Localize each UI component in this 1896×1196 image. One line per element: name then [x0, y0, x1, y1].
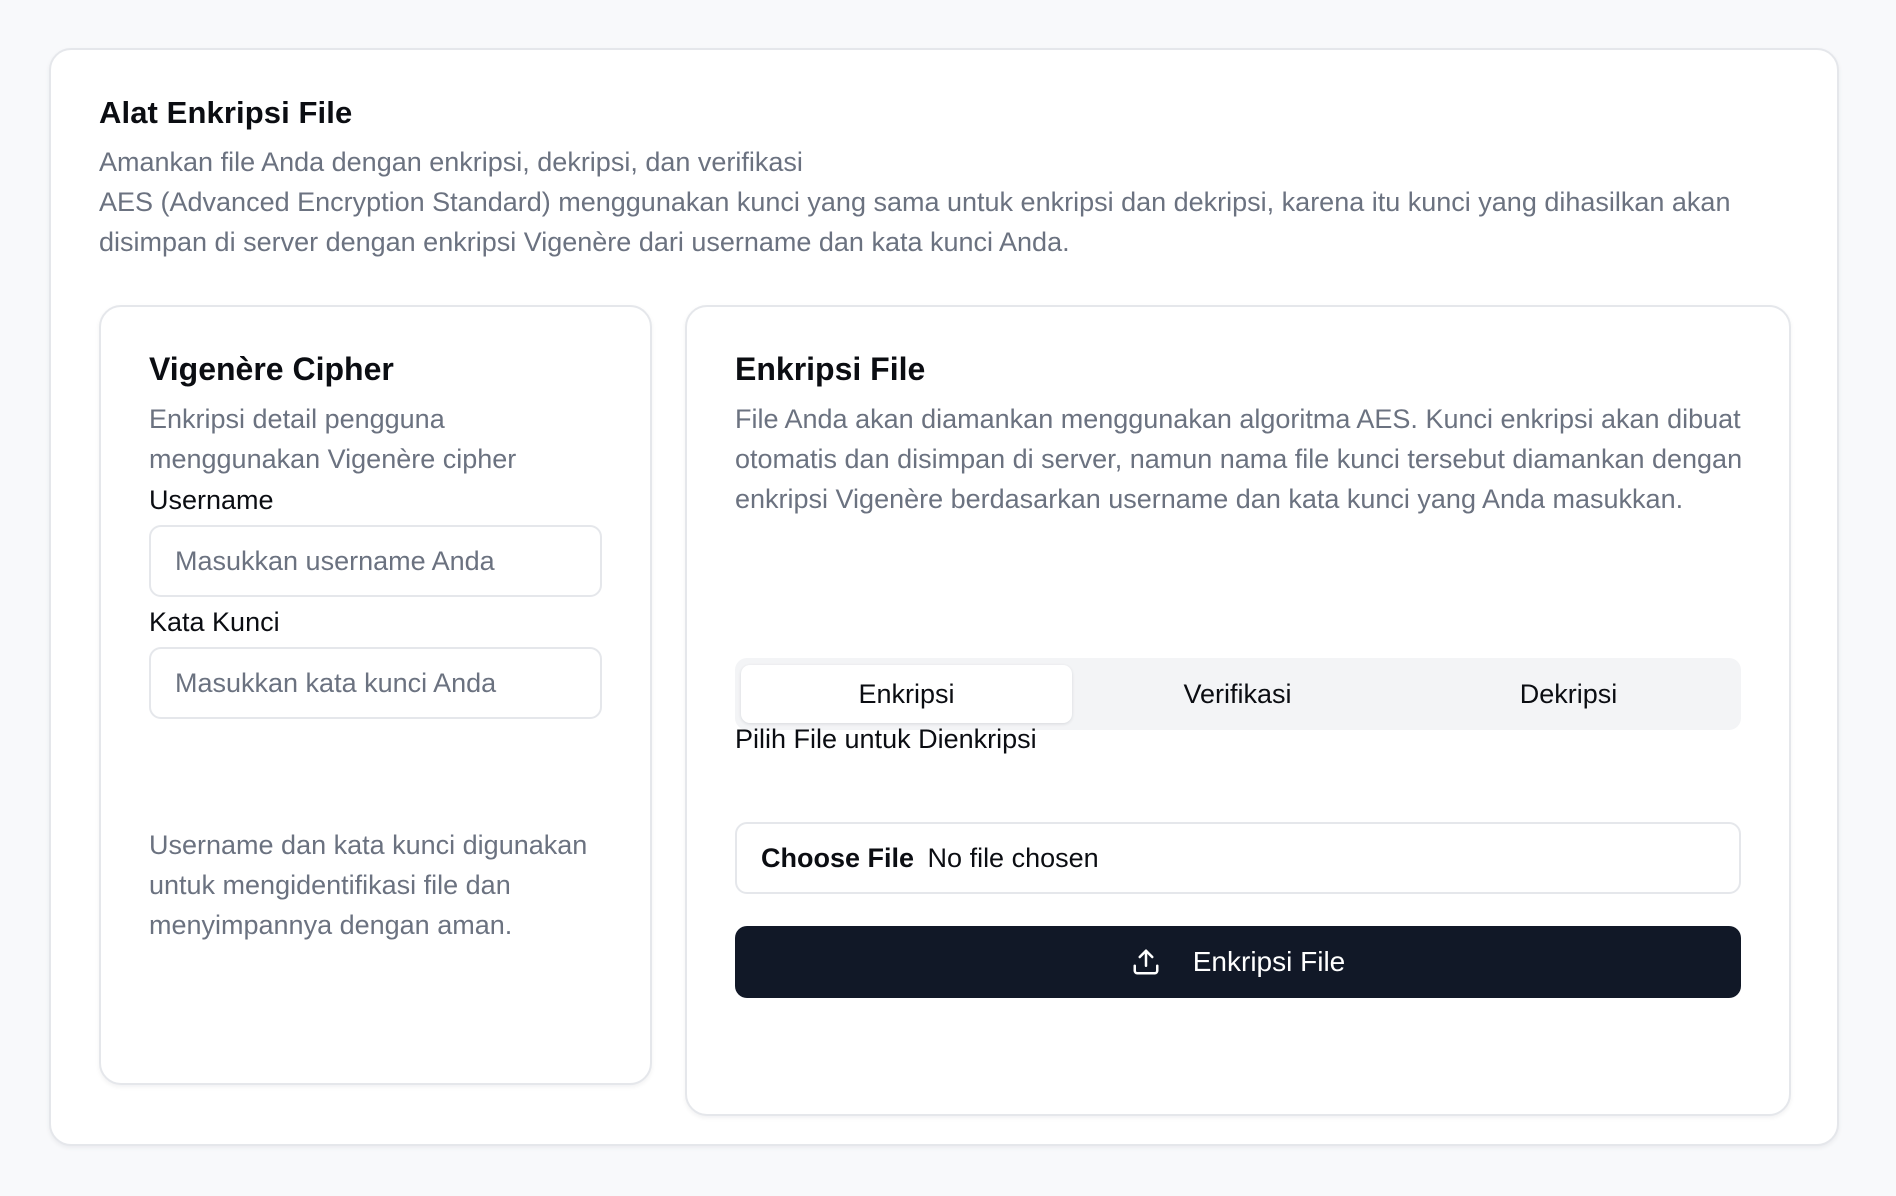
username-label: Username [149, 485, 274, 515]
encrypt-file-button-label: Enkripsi File [1192, 946, 1346, 977]
encryption-card-description: File Anda akan diamankan menggunakan alg… [735, 404, 1743, 514]
password-label: Kata Kunci [149, 607, 280, 637]
tab-verify[interactable]: Verifikasi [1072, 665, 1403, 723]
choose-file-button[interactable]: Choose File [761, 843, 914, 873]
aes-explanation: AES (Advanced Encryption Standard) mengg… [99, 187, 1731, 257]
vigenere-card-title: Vigenère Cipher [149, 351, 394, 387]
page-subtitle: Amankan file Anda dengan enkripsi, dekri… [99, 147, 803, 177]
encrypt-file-button[interactable]: Enkripsi File [735, 926, 1741, 998]
upload-icon [1131, 947, 1161, 977]
tab-decrypt[interactable]: Dekripsi [1403, 665, 1734, 723]
vigenere-card-description: Enkripsi detail pengguna menggunakan Vig… [149, 404, 517, 474]
encryption-tool-card: Alat Enkripsi File Amankan file Anda den… [49, 48, 1839, 1146]
tab-encrypt[interactable]: Enkripsi [741, 665, 1072, 723]
encryption-card-title: Enkripsi File [735, 351, 926, 387]
vigenere-cipher-card: Vigenère Cipher Enkripsi detail pengguna… [99, 305, 652, 1085]
file-encryption-card: Enkripsi File File Anda akan diamankan m… [685, 305, 1791, 1116]
credentials-note: Username dan kata kunci digunakan untuk … [149, 830, 588, 940]
password-input[interactable] [149, 647, 602, 719]
mode-tabs: Enkripsi Verifikasi Dekripsi [735, 658, 1741, 730]
page-title: Alat Enkripsi File [99, 95, 353, 130]
page-description: Amankan file Anda dengan enkripsi, dekri… [99, 142, 1799, 262]
file-input[interactable]: Choose File No file chosen [735, 822, 1741, 894]
file-select-label: Pilih File untuk Dienkripsi [735, 724, 1037, 754]
username-input[interactable] [149, 525, 602, 597]
file-status: No file chosen [927, 843, 1099, 873]
